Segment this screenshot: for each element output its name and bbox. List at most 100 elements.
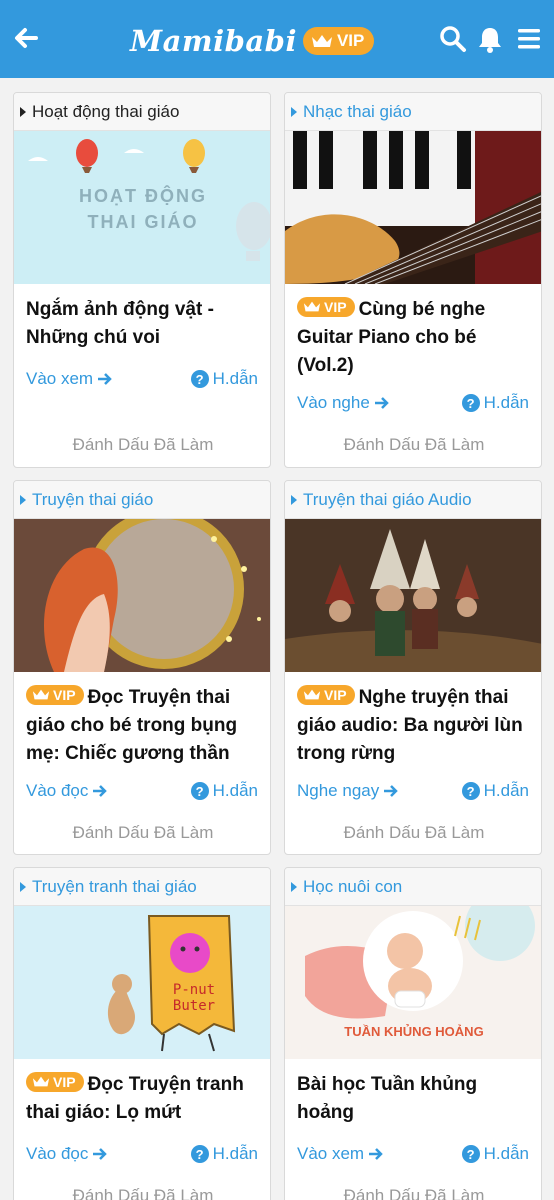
help-link[interactable]: ? H.dẫn: [461, 781, 529, 801]
vip-tag-label: VIP: [53, 1073, 76, 1090]
triangle-icon: [291, 106, 297, 117]
card-hoc-nuoi-con[interactable]: Học nuôi con TUẦN KHỦNG HOẢNG Bài học Tu…: [284, 867, 542, 1200]
card-actions: Vào nghe ? H.dẫn: [297, 393, 529, 413]
card-title[interactable]: VIP Cùng bé nghe Guitar Piano cho bé (Vol…: [285, 284, 541, 380]
listen-link[interactable]: Vào nghe: [297, 393, 390, 413]
card-category[interactable]: Truyện tranh thai giáo: [14, 868, 270, 906]
triangle-icon: [20, 881, 26, 892]
card-thumbnail[interactable]: [285, 519, 541, 672]
arrow-right-icon: [93, 1148, 108, 1160]
vip-tag-label: VIP: [53, 686, 76, 703]
card-thumbnail[interactable]: HOẠT ĐỘNG THAI GIÁO: [14, 131, 270, 284]
help-link[interactable]: ? H.dẫn: [190, 369, 258, 389]
help-label: H.dẫn: [483, 1144, 529, 1163]
arrow-right-icon: [369, 1148, 383, 1160]
card-actions: Nghe ngay ? H.dẫn: [297, 781, 529, 801]
mark-done-button[interactable]: Đánh Dấu Đã Làm: [14, 823, 270, 843]
question-icon: ?: [461, 394, 480, 412]
card-truyen-thai-giao-audio[interactable]: Truyện thai giáo Audio VIP Nghe truyện th…: [284, 480, 542, 855]
category-label: Truyện tranh thai giáo: [32, 876, 197, 896]
action-label: Vào xem: [297, 1144, 365, 1163]
thumb-text-2: Buter: [172, 998, 216, 1014]
mark-done-button[interactable]: Đánh Dấu Đã Làm: [14, 1186, 270, 1200]
card-thumbnail[interactable]: TUẦN KHỦNG HOẢNG: [285, 906, 541, 1059]
vip-tag: VIP: [26, 684, 84, 705]
help-link[interactable]: ? H.dẫn: [190, 781, 258, 801]
thumb-text-1: HOẠT ĐỘNG: [79, 186, 207, 206]
help-label: H.dẫn: [212, 781, 258, 800]
action-label: Vào xem: [26, 369, 94, 388]
card-title[interactable]: VIP Đọc Truyện thai giáo cho bé trong bụn…: [14, 672, 270, 768]
question-icon: ?: [461, 1145, 480, 1163]
category-label: Hoạt động thai giáo: [32, 101, 180, 121]
card-title[interactable]: VIP Nghe truyện thai giáo audio: Ba người…: [285, 672, 541, 768]
view-link[interactable]: Vào xem: [26, 369, 113, 389]
mark-done-button[interactable]: Đánh Dấu Đã Làm: [285, 1186, 541, 1200]
help-link[interactable]: ? H.dẫn: [461, 393, 529, 413]
menu-icon[interactable]: [516, 24, 546, 54]
listen-now-link[interactable]: Nghe ngay: [297, 781, 399, 801]
help-link[interactable]: ? H.dẫn: [190, 1144, 258, 1164]
arrow-right-icon: [374, 397, 389, 409]
card-category[interactable]: Nhạc thai giáo: [285, 93, 541, 131]
read-link[interactable]: Vào đọc: [26, 1144, 108, 1164]
vip-badge[interactable]: VIP: [302, 27, 375, 55]
action-label: Vào đọc: [26, 1144, 89, 1163]
crown-icon: [303, 689, 321, 700]
card-title[interactable]: VIP Đọc Truyện tranh thai giáo: Lọ mứt: [14, 1059, 270, 1127]
mark-done-button[interactable]: Đánh Dấu Đã Làm: [14, 435, 270, 455]
triangle-icon: [20, 494, 26, 505]
vip-tag: VIP: [26, 1071, 84, 1092]
card-category[interactable]: Học nuôi con: [285, 868, 541, 906]
logo[interactable]: Mamibabi VIP: [130, 22, 375, 60]
thumb-text-1: TUẦN KHỦNG HOẢNG: [344, 1024, 484, 1039]
guitar-piano-image: [285, 131, 541, 284]
triangle-icon: [20, 106, 26, 117]
triangle-icon: [291, 881, 297, 892]
back-arrow-icon[interactable]: [10, 22, 42, 54]
card-actions: Vào xem ? H.dẫn: [26, 369, 258, 389]
view-link[interactable]: Vào xem: [297, 1144, 384, 1164]
crown-icon: [32, 1076, 50, 1087]
arrow-right-icon: [93, 785, 108, 797]
crown-icon: [311, 35, 332, 47]
category-label: Truyện thai giáo: [32, 489, 154, 509]
help-label: H.dẫn: [212, 369, 258, 388]
action-label: Nghe ngay: [297, 781, 380, 800]
card-thumbnail[interactable]: P-nut Buter: [14, 906, 270, 1059]
card-truyen-thai-giao[interactable]: Truyện thai giáo VIP Đọc Truyện thai giáo…: [13, 480, 271, 855]
card-category[interactable]: Hoạt động thai giáo: [14, 93, 270, 131]
card-actions: Vào đọc ? H.dẫn: [26, 781, 258, 801]
card-thumbnail[interactable]: [14, 519, 270, 672]
vip-tag: VIP: [297, 684, 355, 705]
card-nhac-thai-giao[interactable]: Nhạc thai giáo VIP Cùng bé nghe Guitar Pi…: [284, 92, 542, 468]
card-category[interactable]: Truyện thai giáo: [14, 481, 270, 519]
triangle-icon: [291, 494, 297, 505]
magic-mirror-illustration: [14, 519, 270, 672]
card-title[interactable]: Ngắm ảnh động vật - Những chú voi: [14, 284, 270, 352]
thumb-text-1: P-nut: [172, 982, 216, 998]
card-title[interactable]: Bài học Tuần khủng hoảng: [285, 1059, 541, 1127]
help-label: H.dẫn: [483, 393, 529, 412]
vip-tag-label: VIP: [324, 298, 347, 315]
category-label: Truyện thai giáo Audio: [303, 489, 472, 509]
mark-done-button[interactable]: Đánh Dấu Đã Làm: [285, 435, 541, 455]
card-hoat-dong-thai-giao[interactable]: Hoạt động thai giáo HOẠT ĐỘNG THAI GIÁO …: [13, 92, 271, 468]
category-label: Nhạc thai giáo: [303, 101, 412, 121]
gnomes-painting: [285, 519, 541, 672]
card-category[interactable]: Truyện thai giáo Audio: [285, 481, 541, 519]
mark-done-button[interactable]: Đánh Dấu Đã Làm: [285, 823, 541, 843]
search-icon[interactable]: [438, 24, 468, 54]
card-truyen-tranh-thai-giao[interactable]: Truyện tranh thai giáo P-nut Buter VIP Đọ…: [13, 867, 271, 1200]
read-link[interactable]: Vào đọc: [26, 781, 108, 801]
bell-icon[interactable]: [475, 24, 505, 54]
action-label: Vào đọc: [26, 781, 89, 800]
help-link[interactable]: ? H.dẫn: [461, 1144, 529, 1164]
card-thumbnail[interactable]: [285, 131, 541, 284]
title-text: Ngắm ảnh động vật - Những chú voi: [26, 299, 214, 348]
card-actions: Vào xem ? H.dẫn: [297, 1144, 529, 1164]
action-label: Vào nghe: [297, 393, 370, 412]
logo-text: Mamibabi: [130, 24, 297, 58]
question-icon: ?: [190, 1145, 209, 1163]
title-text: Bài học Tuần khủng hoảng: [297, 1074, 478, 1123]
